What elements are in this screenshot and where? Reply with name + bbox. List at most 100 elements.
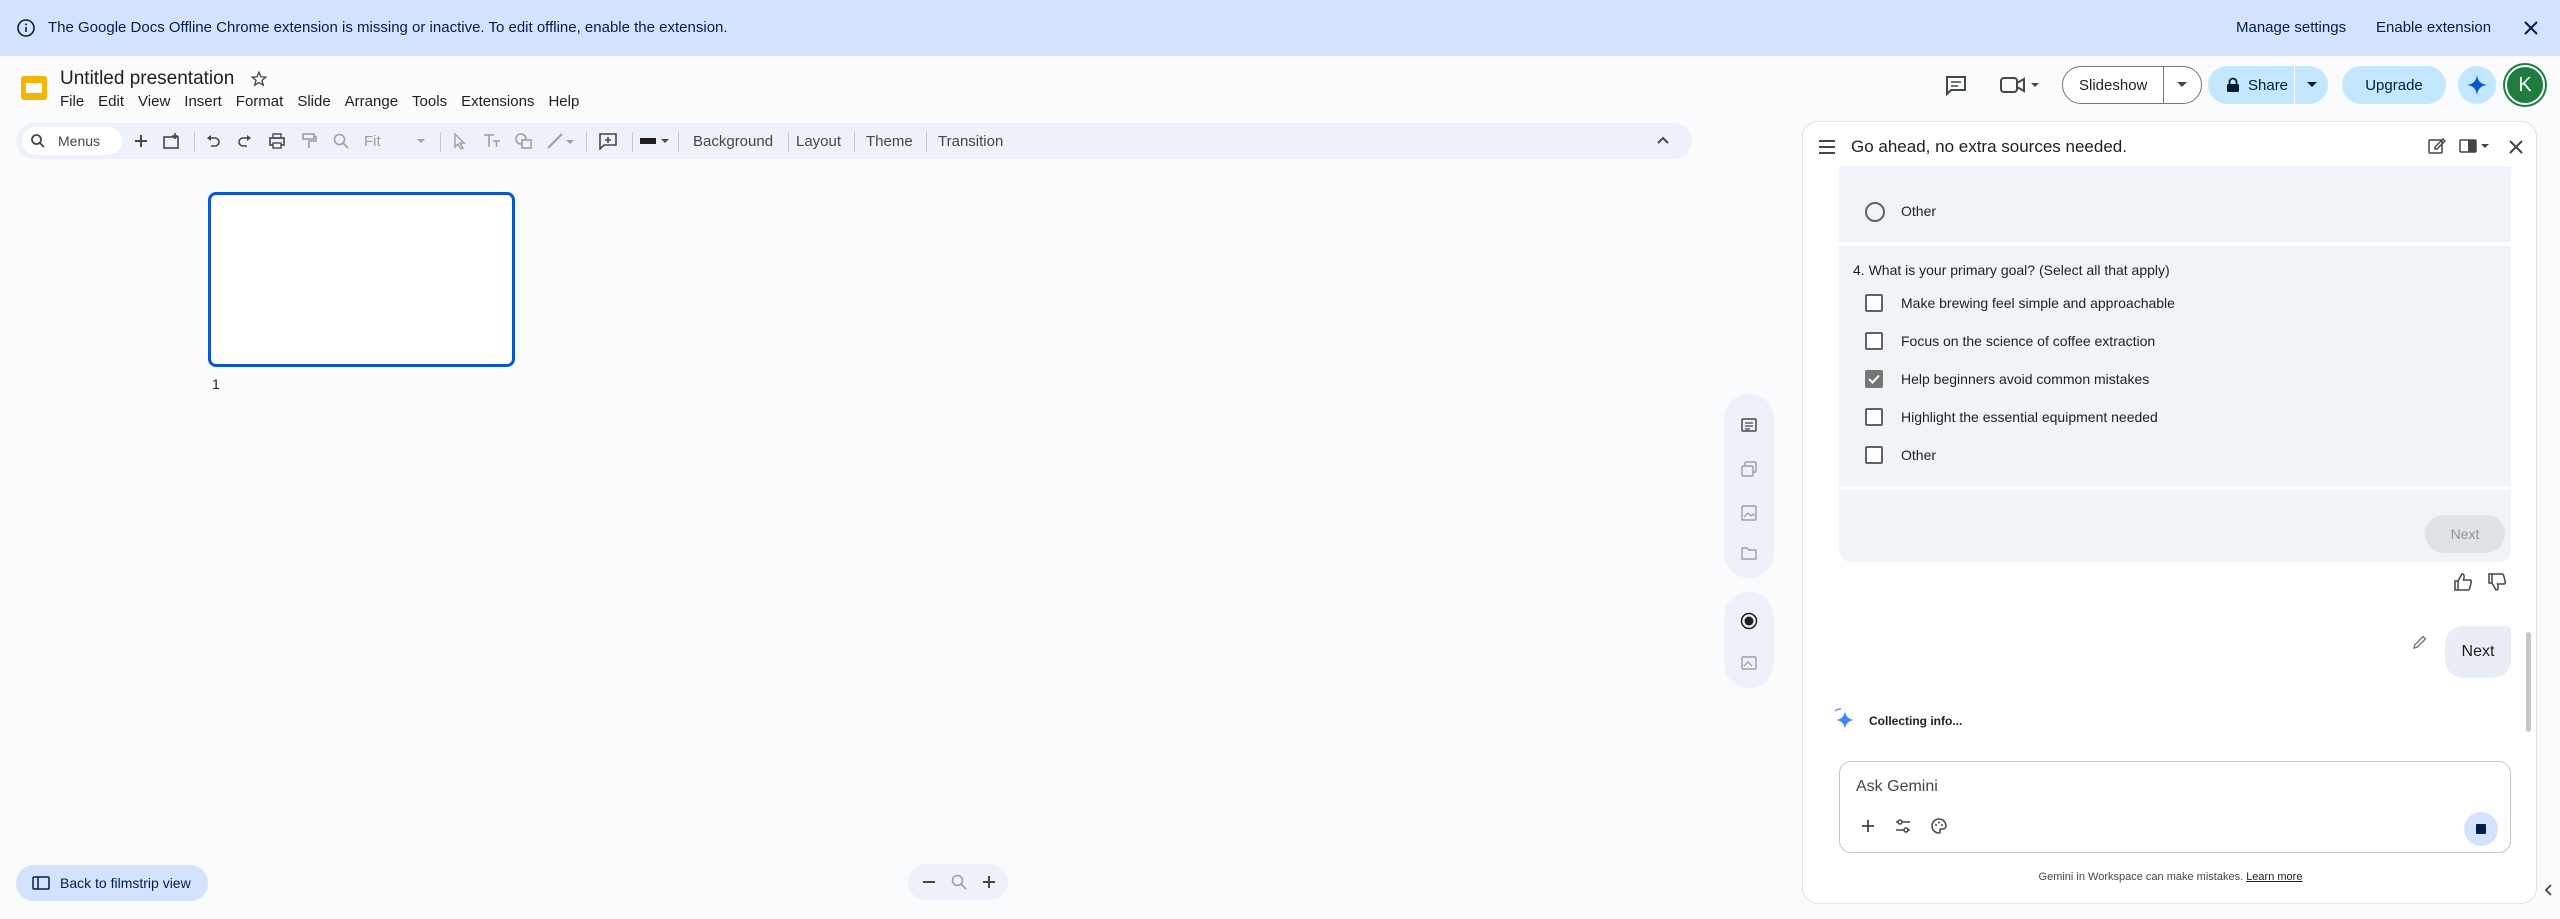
layout-button[interactable]: Layout bbox=[796, 133, 841, 150]
shape-icon[interactable] bbox=[514, 132, 532, 150]
import-slide-icon[interactable] bbox=[162, 132, 180, 150]
menu-slide[interactable]: Slide bbox=[297, 93, 330, 113]
zoom-icon[interactable] bbox=[332, 132, 350, 150]
gemini-panel-title: Go ahead, no extra sources needed. bbox=[1851, 137, 2127, 156]
checkbox-label: Highlight the essential equipment needed bbox=[1901, 409, 2158, 425]
info-icon bbox=[16, 18, 36, 38]
add-comment-icon[interactable] bbox=[598, 132, 617, 150]
document-title[interactable]: Untitled presentation bbox=[60, 68, 234, 90]
enable-extension-link[interactable]: Enable extension bbox=[2376, 19, 2491, 36]
question-footer: Next bbox=[1839, 490, 2511, 562]
gemini-panel: Go ahead, no extra sources needed. Other… bbox=[1802, 121, 2537, 904]
print-icon[interactable] bbox=[268, 132, 286, 150]
zoom-in-icon[interactable] bbox=[980, 873, 998, 891]
menu-edit[interactable]: Edit bbox=[98, 93, 124, 113]
thumbs-up-icon[interactable] bbox=[2453, 572, 2473, 592]
gemini-spark-icon bbox=[2466, 74, 2488, 96]
upgrade-button[interactable]: Upgrade bbox=[2342, 66, 2446, 104]
checkbox-checked[interactable] bbox=[1865, 370, 1883, 388]
checkbox[interactable] bbox=[1865, 294, 1883, 312]
meet-icon[interactable] bbox=[2000, 75, 2040, 95]
offline-extension-banner: The Google Docs Offline Chrome extension… bbox=[0, 0, 2560, 56]
edit-message-icon[interactable] bbox=[2411, 633, 2429, 651]
speaker-notes-icon[interactable] bbox=[1740, 416, 1758, 434]
menu-arrange[interactable]: Arrange bbox=[345, 93, 398, 113]
add-image-icon[interactable] bbox=[1740, 654, 1758, 672]
slides-logo-icon[interactable] bbox=[18, 72, 50, 104]
menu-help[interactable]: Help bbox=[548, 93, 579, 113]
redo-icon[interactable] bbox=[236, 132, 254, 150]
zoom-select[interactable]: Fit bbox=[364, 133, 381, 150]
learn-more-link[interactable]: Learn more bbox=[2246, 871, 2302, 883]
toolbar-divider bbox=[854, 132, 855, 152]
folder-icon[interactable] bbox=[1740, 544, 1758, 562]
tune-settings-icon[interactable] bbox=[1894, 818, 1912, 834]
checkbox-label: Make brewing feel simple and approachabl… bbox=[1901, 295, 2175, 311]
record-icon[interactable] bbox=[1740, 612, 1758, 630]
banner-message: The Google Docs Offline Chrome extension… bbox=[48, 19, 728, 36]
theme-button[interactable]: Theme bbox=[866, 133, 913, 150]
undo-icon[interactable] bbox=[204, 132, 222, 150]
panel-scrollbar[interactable] bbox=[2526, 632, 2531, 732]
back-to-filmstrip-button[interactable]: Back to filmstrip view bbox=[16, 865, 208, 901]
new-chat-icon[interactable] bbox=[2427, 136, 2447, 156]
checkbox[interactable] bbox=[1865, 446, 1883, 464]
menu-icon[interactable] bbox=[1817, 138, 1837, 156]
lock-icon bbox=[2208, 77, 2248, 93]
thumbs-down-icon[interactable] bbox=[2487, 572, 2507, 592]
chevron-down-icon[interactable] bbox=[2164, 81, 2188, 89]
avatar[interactable]: K bbox=[2505, 65, 2545, 105]
close-icon[interactable] bbox=[2520, 17, 2542, 39]
next-button[interactable]: Next bbox=[2425, 515, 2505, 553]
collapse-toolbar-icon[interactable] bbox=[1656, 135, 1674, 153]
border-weight-icon[interactable] bbox=[638, 136, 669, 154]
search-menus-input[interactable]: Menus bbox=[22, 127, 122, 155]
image-library-icon[interactable] bbox=[1740, 504, 1758, 522]
filmstrip-icon bbox=[32, 874, 50, 892]
zoom-out-icon[interactable] bbox=[920, 873, 938, 891]
disclaimer-text: Gemini in Workspace can make mistakes. bbox=[2038, 871, 2244, 883]
chevron-left-icon[interactable] bbox=[2543, 883, 2553, 897]
gemini-button[interactable] bbox=[2458, 66, 2496, 104]
zoom-fit-icon[interactable] bbox=[950, 873, 968, 891]
toolbar-divider bbox=[632, 132, 633, 152]
text-box-icon[interactable] bbox=[482, 132, 500, 150]
checkbox[interactable] bbox=[1865, 408, 1883, 426]
slide-thumbnail[interactable] bbox=[208, 192, 515, 367]
manage-settings-link[interactable]: Manage settings bbox=[2236, 19, 2346, 36]
checkbox-label: Focus on the science of coffee extractio… bbox=[1901, 333, 2156, 349]
transition-button[interactable]: Transition bbox=[938, 133, 1003, 150]
question-text: 4. What is your primary goal? (Select al… bbox=[1853, 262, 2170, 278]
menu-extensions[interactable]: Extensions bbox=[461, 93, 534, 113]
comments-icon[interactable] bbox=[1944, 74, 1968, 96]
close-panel-icon[interactable] bbox=[2507, 138, 2525, 156]
add-icon[interactable] bbox=[1860, 818, 1876, 834]
radio-button[interactable] bbox=[1865, 202, 1885, 222]
checkbox[interactable] bbox=[1865, 332, 1883, 350]
palette-icon[interactable] bbox=[1930, 817, 1948, 835]
share-divider bbox=[2294, 66, 2295, 104]
new-slide-icon[interactable] bbox=[132, 132, 150, 150]
gemini-disclaimer: Gemini in Workspace can make mistakes. L… bbox=[1803, 871, 2536, 883]
ask-gemini-input[interactable]: Ask Gemini bbox=[1839, 761, 2511, 853]
background-button[interactable]: Background bbox=[693, 133, 773, 150]
chevron-down-icon[interactable] bbox=[2306, 81, 2318, 89]
menu-tools[interactable]: Tools bbox=[412, 93, 447, 113]
share-button[interactable]: Share bbox=[2208, 66, 2328, 104]
user-message-bubble: Next bbox=[2445, 626, 2511, 678]
select-cursor-icon[interactable] bbox=[450, 132, 468, 150]
paint-format-icon[interactable] bbox=[300, 132, 318, 150]
menu-insert[interactable]: Insert bbox=[184, 93, 222, 113]
previous-question-card: Other bbox=[1839, 166, 2511, 242]
panel-view-icon[interactable] bbox=[2459, 138, 2491, 154]
menu-format[interactable]: Format bbox=[236, 93, 284, 113]
line-icon[interactable] bbox=[546, 132, 574, 150]
chevron-down-icon[interactable] bbox=[416, 138, 434, 156]
side-panel-toolbar bbox=[1724, 394, 1774, 578]
star-icon[interactable] bbox=[250, 70, 268, 88]
stop-generating-button[interactable] bbox=[2464, 812, 2498, 846]
menu-file[interactable]: File bbox=[60, 93, 84, 113]
slides-library-icon[interactable] bbox=[1740, 460, 1758, 478]
menu-view[interactable]: View bbox=[138, 93, 170, 113]
slideshow-button[interactable]: Slideshow bbox=[2062, 66, 2202, 104]
